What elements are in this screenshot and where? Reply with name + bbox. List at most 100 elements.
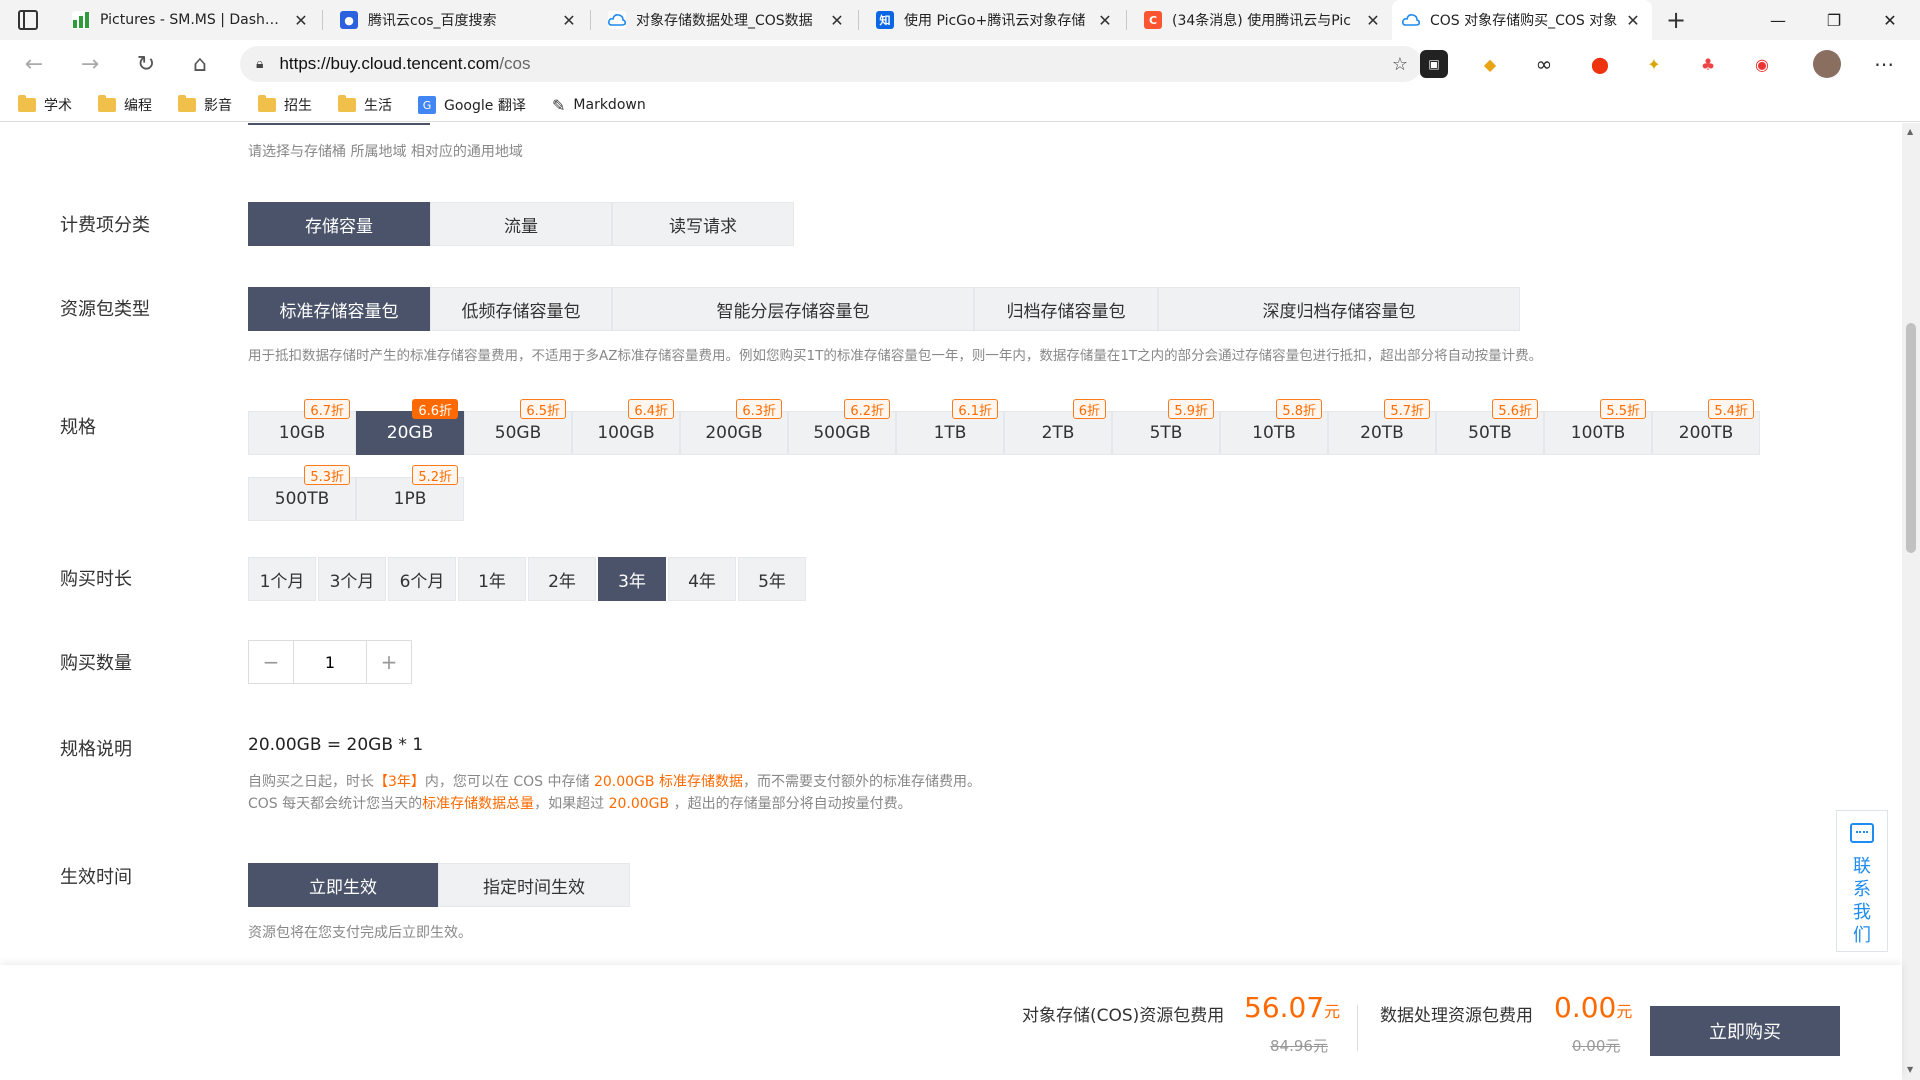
billing-option-traffic[interactable]: 流量 — [430, 202, 612, 246]
effective-scheduled[interactable]: 指定时间生效 — [438, 863, 630, 907]
quantity-stepper: − 1 + — [248, 640, 412, 684]
extension-icon[interactable]: ⬤ — [1586, 50, 1614, 78]
duration-6-months[interactable]: 6个月 — [388, 557, 456, 601]
baidu-paw-icon: ● — [340, 11, 358, 29]
scrollbar-thumb[interactable] — [1906, 323, 1916, 553]
contact-us-button[interactable]: 联 系 我 们 — [1836, 810, 1888, 952]
url-bar[interactable]: 🔒︎ https://buy.cloud.tencent.com/cos ☆ — [240, 46, 1422, 82]
tab-actions-icon[interactable] — [18, 10, 38, 30]
new-tab-icon[interactable]: + — [1660, 6, 1692, 34]
dp-original-price: 0.00元 — [1572, 1037, 1621, 1055]
avatar[interactable] — [1813, 50, 1841, 78]
package-archive[interactable]: 归档存储容量包 — [974, 287, 1158, 331]
address-bar-row: ← → ↻ ⌂ 🔒︎ https://buy.cloud.tencent.com… — [0, 40, 1920, 88]
bookmark-folder[interactable]: 生活 — [338, 94, 392, 116]
browser-tab[interactable]: C (34条消息) 使用腾讯云与Pic ✕ — [1134, 0, 1392, 40]
extension-icon[interactable]: ◆ — [1476, 50, 1504, 78]
window-close-icon[interactable]: ✕ — [1862, 0, 1918, 40]
discount-badge: 5.3折 — [304, 465, 350, 485]
bookmark-label: Markdown — [573, 97, 646, 113]
bookmark-folder[interactable]: 学术 — [18, 94, 72, 116]
duration-1-month[interactable]: 1个月 — [248, 557, 316, 601]
desc-text: ，而不需要支付额外的标准存储费用。 — [742, 774, 981, 790]
package-type-label: 资源包类型 — [60, 299, 150, 320]
duration-3-months[interactable]: 3个月 — [318, 557, 386, 601]
duration-5-years[interactable]: 5年 — [738, 557, 806, 601]
folder-icon — [258, 95, 276, 112]
extension-icon[interactable]: ◉ — [1748, 50, 1776, 78]
plus-button[interactable]: + — [367, 641, 411, 683]
price-divider — [1357, 1005, 1358, 1051]
translate-icon: G — [418, 96, 436, 114]
minimize-icon[interactable]: — — [1750, 0, 1806, 40]
quantity-input[interactable]: 1 — [293, 641, 367, 683]
scroll-down-icon[interactable]: ▼ — [1907, 1065, 1913, 1074]
bookmark-label: 编程 — [124, 98, 152, 114]
extension-icon[interactable]: ▣ — [1420, 50, 1448, 78]
browser-tab-active[interactable]: COS 对象存储购买_COS 对象 ✕ — [1392, 0, 1652, 40]
duration-1-year[interactable]: 1年 — [458, 557, 526, 601]
folder-icon — [18, 95, 36, 112]
duration-2-years[interactable]: 2年 — [528, 557, 596, 601]
tab-title: COS 对象存储购买_COS 对象 — [1430, 13, 1618, 29]
restore-icon[interactable]: ❐ — [1806, 0, 1862, 40]
bookmark-google-translate[interactable]: G Google 翻译 — [418, 94, 526, 116]
package-infrequent[interactable]: 低频存储容量包 — [430, 287, 612, 331]
forward-icon[interactable]: → — [72, 46, 108, 82]
discount-badge: 6折 — [1072, 399, 1106, 419]
duration-3-years[interactable]: 3年 — [598, 557, 666, 601]
tab-divider — [1126, 10, 1127, 30]
close-icon[interactable]: ✕ — [1096, 11, 1114, 30]
duration-4-years[interactable]: 4年 — [668, 557, 736, 601]
minus-button[interactable]: − — [249, 641, 293, 683]
more-menu-icon[interactable]: ⋯ — [1870, 50, 1898, 78]
desc-text: COS 每天都会统计您当天的 — [248, 796, 423, 812]
effective-immediate[interactable]: 立即生效 — [248, 863, 438, 907]
url-text: https://buy.cloud.tencent.com/cos — [279, 54, 531, 73]
markdown-icon: ✎ — [552, 95, 566, 115]
back-icon[interactable]: ← — [16, 46, 52, 82]
bookmark-label: 招生 — [284, 98, 312, 114]
package-intelligent[interactable]: 智能分层存储容量包 — [612, 287, 974, 331]
extension-icon[interactable]: ∞ — [1530, 50, 1558, 78]
discount-badge: 5.7折 — [1384, 399, 1430, 419]
tab-divider — [322, 10, 323, 30]
browser-tab[interactable]: ● 腾讯云cos_百度搜索 ✕ — [330, 0, 588, 40]
close-icon[interactable]: ✕ — [1624, 11, 1642, 30]
browser-tab[interactable]: Pictures - SM.MS | Dashboa ✕ — [62, 0, 320, 40]
package-standard[interactable]: 标准存储容量包 — [248, 287, 430, 331]
extension-icon[interactable]: ♣ — [1694, 50, 1722, 78]
tab-title: 对象存储数据处理_COS数据 — [636, 13, 813, 29]
bookmark-folder[interactable]: 影音 — [178, 94, 232, 116]
bookmark-folder[interactable]: 编程 — [98, 94, 152, 116]
page-content: 请选择与存储桶 所属地域 相对应的通用地域 计费项分类 存储容量 流量 读写请求… — [0, 123, 1902, 1080]
billing-option-requests[interactable]: 读写请求 — [612, 202, 794, 246]
home-icon[interactable]: ⌂ — [182, 46, 218, 82]
scroll-up-icon[interactable]: ▲ — [1907, 127, 1913, 136]
bookmark-markdown[interactable]: ✎ Markdown — [552, 94, 646, 116]
browser-tab[interactable]: 对象存储数据处理_COS数据 ✕ — [598, 0, 856, 40]
bookmark-folder[interactable]: 招生 — [258, 94, 312, 116]
discount-badge: 6.2折 — [844, 399, 890, 419]
desc-text: 内，您可以在 COS 中存储 — [424, 774, 590, 790]
desc-highlight: 标准存储数据总量 — [422, 796, 535, 812]
effective-label: 生效时间 — [60, 867, 132, 888]
page-scrollbar[interactable]: ▲ ▼ — [1902, 123, 1920, 1080]
close-icon[interactable]: ✕ — [828, 11, 846, 30]
buy-now-button[interactable]: 立即购买 — [1650, 1006, 1840, 1056]
refresh-icon[interactable]: ↻ — [128, 46, 164, 82]
close-icon[interactable]: ✕ — [292, 11, 310, 30]
close-icon[interactable]: ✕ — [560, 11, 578, 30]
browser-tab[interactable]: 知 使用 PicGo+腾讯云对象存储 ✕ — [866, 0, 1124, 40]
add-favorite-icon[interactable]: ☆ — [1392, 54, 1408, 75]
csdn-icon: C — [1144, 11, 1162, 29]
billing-option-storage[interactable]: 存储容量 — [248, 202, 430, 246]
package-hint: 用于抵扣数据存储时产生的标准存储容量费用，不适用于多AZ标准存储容量费用。例如您… — [248, 348, 1543, 364]
desc-text: ，如果超过 — [534, 796, 605, 812]
extension-icon[interactable]: ✦ — [1640, 50, 1668, 78]
desc-text: ，超出的存储量部分将自动按量付费。 — [673, 796, 912, 812]
cos-fee-label: 对象存储(COS)资源包费用 — [1022, 1006, 1225, 1026]
price-bar: 对象存储(COS)资源包费用 56.07元 84.96元 数据处理资源包费用 0… — [0, 965, 1902, 1080]
package-deep-archive[interactable]: 深度归档存储容量包 — [1158, 287, 1520, 331]
close-icon[interactable]: ✕ — [1364, 11, 1382, 30]
